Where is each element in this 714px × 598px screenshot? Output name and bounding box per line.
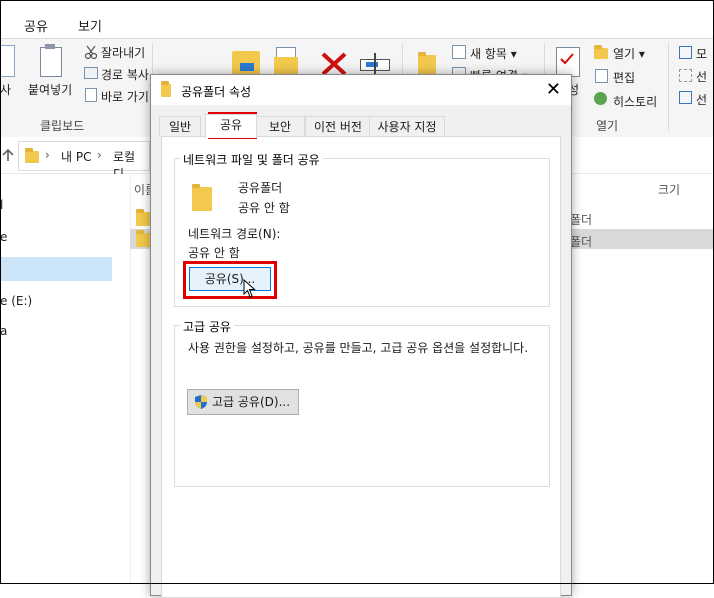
tab-sharing[interactable]: 공유 (205, 114, 257, 138)
window-frame (0, 0, 714, 584)
